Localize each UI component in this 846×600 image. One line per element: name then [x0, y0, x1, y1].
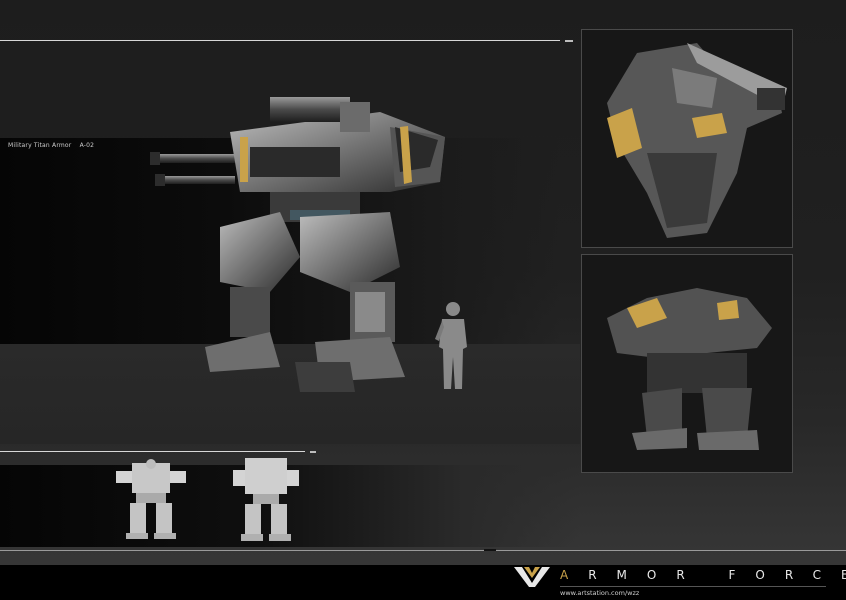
- mid-rule: [0, 451, 305, 452]
- mech-rear-view-render: [607, 288, 772, 450]
- bottom-rule: [0, 550, 846, 551]
- mech-top-view-render: [607, 43, 787, 238]
- main-mech-render: [150, 97, 445, 392]
- rear-view-panel: [581, 254, 793, 473]
- url-divider: [560, 586, 826, 587]
- mech-front-orthographic-icon: [116, 459, 186, 539]
- mech-back-orthographic-icon: [233, 458, 299, 541]
- brand-rest: RMOR FORCE: [588, 568, 846, 582]
- top-rule: [0, 40, 560, 41]
- soldier-silhouette-icon: [435, 302, 467, 389]
- model-label: Military Titan Armor A-02: [8, 142, 100, 149]
- mid-rule-tick: [310, 451, 316, 453]
- top-view-panel: [581, 29, 793, 248]
- bottom-rule-notch-1: [484, 549, 496, 551]
- artstation-url: www.artstation.com/wzz: [560, 589, 640, 597]
- model-code: A-02: [79, 142, 95, 149]
- model-title: Military Titan Armor: [8, 142, 72, 149]
- brand-wordmark: ARMOR FORCE: [560, 568, 846, 582]
- v-chevron-logo-icon: [514, 567, 550, 587]
- concept-sheet: Military Titan Armor A-02 ARMOR FORCE ww…: [0, 0, 846, 600]
- top-rule-tick: [565, 40, 573, 42]
- brand-accent-letter: A: [560, 568, 589, 582]
